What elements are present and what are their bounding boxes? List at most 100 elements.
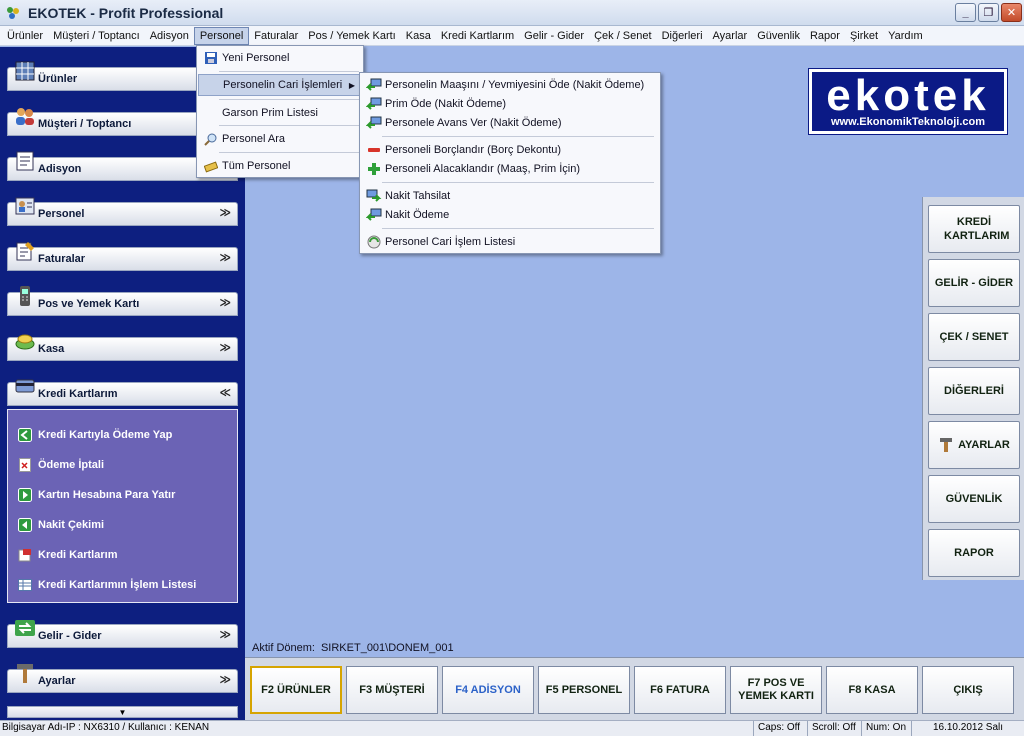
nakit-odeme-item[interactable]: Nakit Ödeme	[361, 204, 659, 226]
sidebar-section-gelir-gider[interactable]: Gelir - Gider ≫	[7, 620, 238, 648]
logo-website-text: www.EkonomikTeknoloji.com	[830, 116, 986, 128]
title-bar: EKOTEK - Profit Professional _ ❐ ✕	[0, 0, 1024, 26]
personel-ara-item[interactable]: Personel Ara	[198, 128, 362, 150]
submenu-arrow-icon: ▶	[348, 80, 355, 90]
close-icon: ✕	[1006, 7, 1017, 19]
plus-icon	[365, 161, 383, 177]
sidebar-section-personel[interactable]: Personel ≫	[7, 197, 238, 226]
menu-urunler[interactable]: Ürünler	[2, 27, 48, 45]
left-triangle-icon	[18, 518, 32, 532]
digerleri-button[interactable]: DİĞERLERİ	[928, 367, 1020, 415]
sidebar-section-label: Kredi Kartlarım	[38, 388, 118, 400]
menu-kredi-kartlarim[interactable]: Kredi Kartlarım	[436, 27, 519, 45]
menu-personel[interactable]: Personel	[193, 26, 250, 45]
menu-guvenlik[interactable]: Güvenlik	[752, 27, 805, 45]
chevron-down-icon[interactable]: ≫	[219, 628, 231, 641]
right-quick-panel: KREDİ KARTLARIM GELİR - GİDER ÇEK / SENE…	[922, 197, 1024, 580]
receipt-icon	[16, 151, 34, 171]
nakit-cekimi-link[interactable]: Nakit Çekimi	[18, 515, 104, 535]
rapor-button[interactable]: RAPOR	[928, 529, 1020, 577]
cek-senet-button[interactable]: ÇEK / SENET	[928, 313, 1020, 361]
sidebar-sub-label: Nakit Çekimi	[38, 519, 105, 531]
menu-pos[interactable]: Pos / Yemek Kartı	[303, 27, 400, 45]
restore-button[interactable]: ❐	[978, 3, 999, 22]
f6-fatura-button[interactable]: F6 FATURA	[634, 666, 726, 714]
menu-musteri[interactable]: Müşteri / Toptancı	[48, 27, 145, 45]
kartin-hesabina-para-yatir-link[interactable]: Kartın Hesabına Para Yatır	[18, 485, 175, 505]
pos-terminal-icon	[20, 286, 30, 306]
menu-cek-senet[interactable]: Çek / Senet	[589, 27, 656, 45]
arrow-left-card-icon	[365, 77, 383, 93]
computer-user-info: Bilgisayar Adı-IP : NX6310 / Kullanıcı :…	[2, 722, 210, 733]
caps-lock-status: Caps: Off	[753, 721, 807, 736]
sidebar-section-kredi-kartlarim[interactable]: Kredi Kartlarım ≪	[7, 379, 238, 406]
cash-icon	[15, 334, 35, 350]
avans-ver-item[interactable]: Personele Avans Ver (Nakit Ödeme)	[361, 112, 659, 134]
people-icon	[16, 108, 34, 125]
minimize-button[interactable]: _	[955, 3, 976, 22]
menu-ayarlar[interactable]: Ayarlar	[708, 27, 753, 45]
sidebar-section-ayarlar[interactable]: Ayarlar ≫	[7, 664, 238, 693]
menu-separator	[219, 125, 359, 126]
menu-separator	[219, 152, 359, 153]
f8-kasa-button[interactable]: F8 KASA	[826, 666, 918, 714]
tum-personel-item[interactable]: Tüm Personel	[198, 155, 362, 177]
active-period: Aktif Dönem: SIRKET_001\DONEM_001	[252, 642, 460, 654]
active-period-value: SIRKET_001\DONEM_001	[320, 642, 454, 654]
chevron-down-icon[interactable]: ≫	[219, 341, 231, 354]
sidebar-sub-label: Kredi Kartlarım	[38, 549, 118, 561]
sidebar-section-faturalar[interactable]: Faturalar ≫	[7, 242, 238, 271]
sidebar-section-label: Personel	[38, 208, 85, 220]
kredi-kartlarim-button[interactable]: KREDİ KARTLARIM	[928, 205, 1020, 253]
personelin-cari-islemleri-item[interactable]: Personelin Cari İşlemleri ▶	[198, 74, 362, 96]
chevron-down-icon[interactable]: ≫	[219, 251, 231, 264]
sidebar-section-kasa[interactable]: Kasa ≫	[7, 334, 238, 361]
app-logo-icon	[7, 7, 19, 19]
grid-icon	[15, 61, 35, 81]
menu-faturalar[interactable]: Faturalar	[249, 27, 303, 45]
ayarlar-button[interactable]: AYARLAR	[928, 421, 1020, 469]
list-table-icon	[18, 578, 32, 592]
chevron-up-icon[interactable]: ≪	[219, 386, 231, 399]
f5-personel-button[interactable]: F5 PERSONEL	[538, 666, 630, 714]
guvenlik-button[interactable]: GÜVENLİK	[928, 475, 1020, 523]
personel-dropdown-menu: Yeni Personel Personelin Cari İşlemleri …	[196, 45, 364, 178]
menu-rapor[interactable]: Rapor	[805, 27, 845, 45]
scroll-lock-status: Scroll: Off	[807, 721, 861, 736]
chevron-down-icon[interactable]: ≫	[219, 296, 231, 309]
f3-musteri-button[interactable]: F3 MÜŞTERİ	[346, 666, 438, 714]
f4-adisyon-button[interactable]: F4 ADİSYON	[442, 666, 534, 714]
f7-pos-yemek-karti-button[interactable]: F7 POS VE YEMEK KARTI	[730, 666, 822, 714]
menu-digerleri[interactable]: Diğerleri	[657, 27, 708, 45]
credit-card-icon	[15, 379, 35, 393]
sidebar-sub-label: Ödeme İptali	[38, 459, 105, 471]
menu-kasa[interactable]: Kasa	[401, 27, 436, 45]
close-button[interactable]: ✕	[1001, 3, 1022, 22]
sidebar-scroll-down[interactable]: ▼	[7, 706, 238, 718]
yeni-personel-item[interactable]: Yeni Personel	[198, 47, 362, 69]
arrow-left-card-icon	[365, 115, 383, 131]
menu-sirket[interactable]: Şirket	[845, 27, 883, 45]
personeli-alacaklandir-item[interactable]: Personeli Alacaklandır (Maaş, Prim İçin)	[361, 158, 659, 180]
menu-yardim[interactable]: Yardım	[883, 27, 928, 45]
cash-stack-icon	[202, 158, 220, 174]
window-title: EKOTEK - Profit Professional	[28, 5, 224, 21]
f2-urunler-button[interactable]: F2 ÜRÜNLER	[250, 666, 342, 714]
garson-prim-listesi-item[interactable]: Garson Prim Listesi	[198, 102, 362, 124]
chevron-down-icon[interactable]: ≫	[219, 206, 231, 219]
menu-adisyon[interactable]: Adisyon	[145, 27, 194, 45]
search-icon	[202, 131, 220, 147]
hammer-icon	[17, 664, 33, 683]
menu-gelir-gider[interactable]: Gelir - Gider	[519, 27, 589, 45]
ekotek-logo: ekotek www.EkonomikTeknoloji.com	[808, 68, 1008, 135]
arrow-left-card-icon	[365, 207, 383, 223]
chevron-down-icon[interactable]: ≫	[219, 673, 231, 686]
kredi-kartiyla-odeme-link[interactable]: Kredi Kartıyla Ödeme Yap	[18, 425, 172, 445]
cikis-button[interactable]: ÇIKIŞ	[922, 666, 1014, 714]
odeme-iptali-link[interactable]: Ödeme İptali	[18, 455, 104, 475]
gelir-gider-button[interactable]: GELİR - GİDER	[928, 259, 1020, 307]
kredi-kartlarim-islem-listesi-link[interactable]: Kredi Kartlarımın İşlem Listesi	[18, 575, 196, 595]
personel-cari-islem-listesi-item[interactable]: Personel Cari İşlem Listesi	[361, 231, 659, 253]
kredi-kartlarim-link[interactable]: Kredi Kartlarım	[18, 545, 117, 565]
sidebar-section-pos[interactable]: Pos ve Yemek Kartı ≫	[7, 286, 238, 316]
